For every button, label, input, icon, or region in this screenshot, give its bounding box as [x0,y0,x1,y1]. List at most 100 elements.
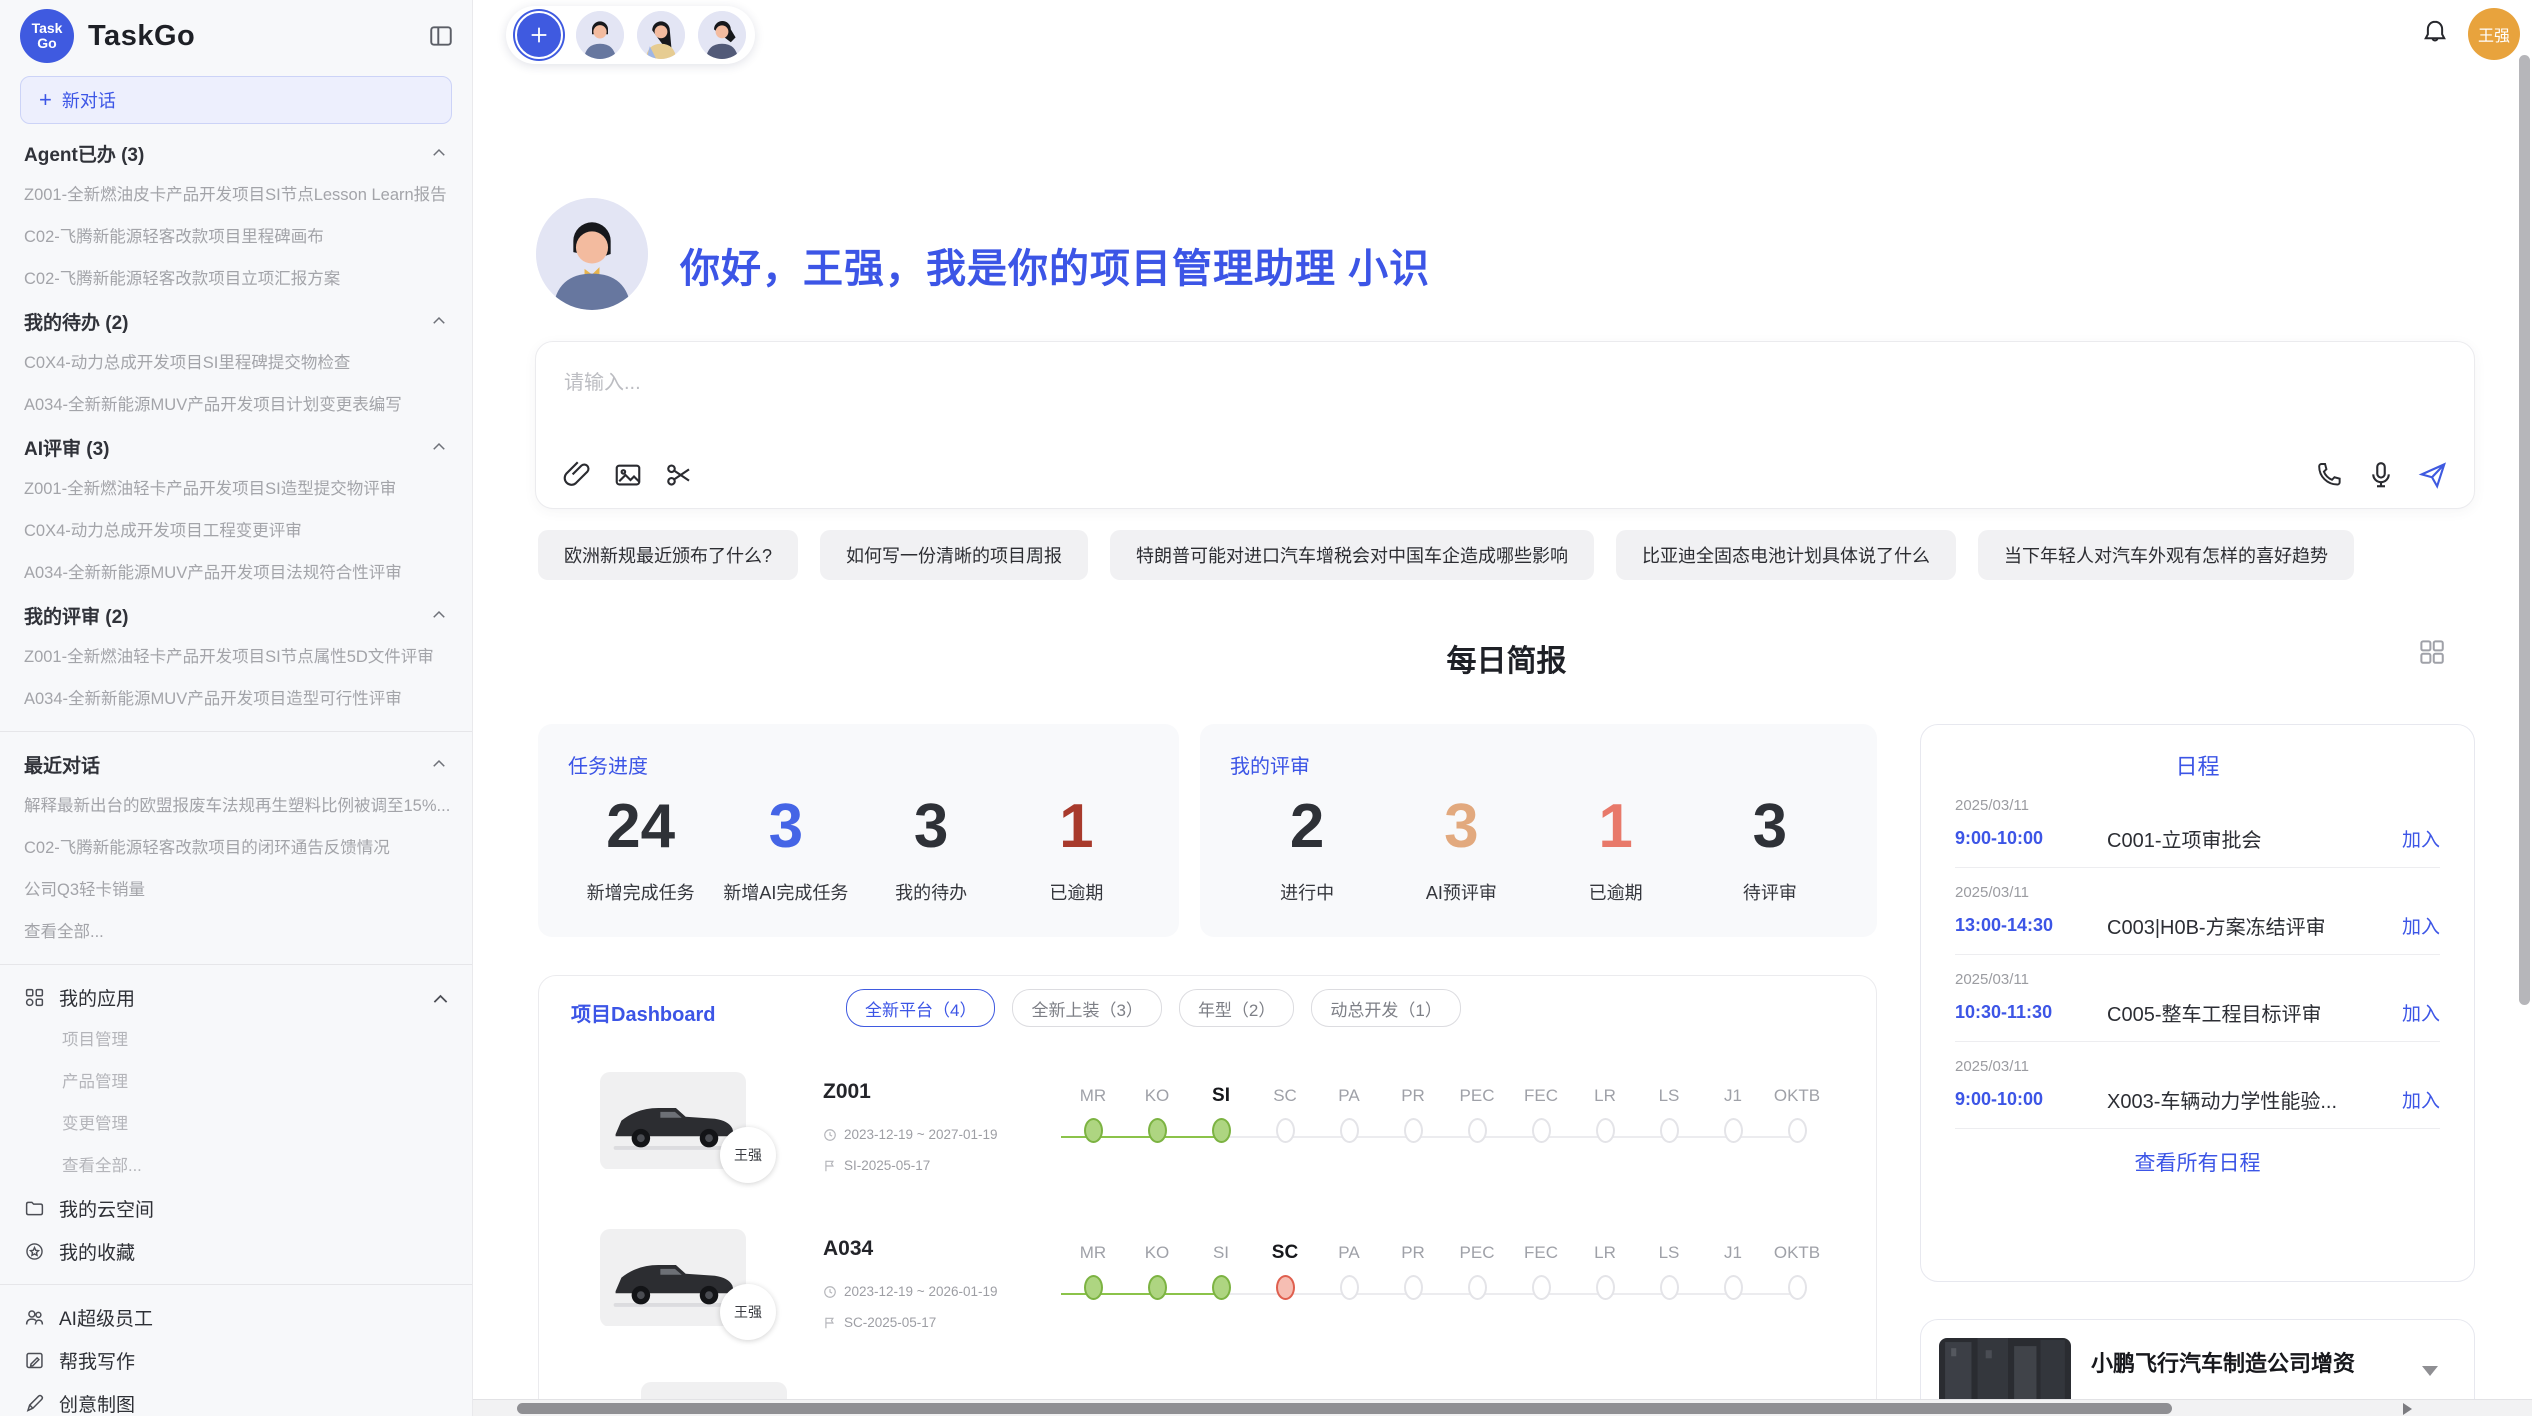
section-agent-done[interactable]: Agent已办 (3) [0,132,472,174]
milestone-label: KO [1125,1087,1189,1104]
sidebar-item-creative-draw[interactable]: 创意制图 [0,1382,472,1416]
plus-icon [528,24,550,46]
section-my-todo[interactable]: 我的待办 (2) [0,300,472,342]
layout-grid-icon[interactable] [2418,638,2445,665]
stat-label: 我的待办 [859,879,1004,905]
chevron-up-icon[interactable] [430,312,448,330]
join-link[interactable]: 加入 [2402,825,2440,852]
list-item[interactable]: Z001-全新燃油轻卡产品开发项目SI造型提交物评审 [0,468,472,510]
stat-value: 2 [1230,789,1384,865]
suggestion-chip[interactable]: 比亚迪全固态电池计划具体说了什么 [1616,530,1956,580]
tab-new-platform[interactable]: 全新平台（4） [846,989,995,1027]
chevron-up-icon[interactable] [430,989,448,1007]
app-item-product[interactable]: 产品管理 [0,1061,472,1103]
view-all-chats[interactable]: 查看全部... [0,911,472,953]
sidebar-item-help-write[interactable]: 帮我写作 [0,1339,472,1382]
schedule-name: X003-车辆动力学性能验... [2107,1085,2402,1114]
suggestion-chip[interactable]: 欧洲新规最近颁布了什么? [538,530,798,580]
schedule-item[interactable]: 2025/03/11 10:30-11:30 C005-整车工程目标评审 加入 [1955,955,2440,1042]
schedule-item[interactable]: 2025/03/11 9:00-10:00 X003-车辆动力学性能验... 加… [1955,1042,2440,1129]
milestone-label: SI [1189,1244,1253,1261]
chevron-up-icon[interactable] [430,606,448,624]
new-chat-button[interactable]: + 新对话 [20,76,452,124]
milestone-dot [1788,1118,1807,1143]
avatar-agent-3[interactable] [698,11,746,59]
milestone-label: MR [1061,1087,1125,1104]
chevron-up-icon[interactable] [430,144,448,162]
avatar-agent-1[interactable] [576,11,624,59]
app-item-change[interactable]: 变更管理 [0,1103,472,1145]
horizontal-scrollbar-track [473,1399,2532,1416]
scroll-right-arrow-icon[interactable] [2403,1403,2412,1415]
list-item[interactable]: Z001-全新燃油轻卡产品开发项目SI节点属性5D文件评审 [0,636,472,678]
project-owner-badge: 王强 [720,1127,776,1183]
microphone-icon[interactable] [2366,460,2396,490]
list-item[interactable]: C02-飞腾新能源轻客改款项目的闭环通告反馈情况 [0,827,472,869]
vertical-scrollbar[interactable] [2519,55,2530,1005]
tab-powertrain[interactable]: 动总开发（1） [1311,989,1460,1027]
suggestion-chip[interactable]: 当下年轻人对汽车外观有怎样的喜好趋势 [1978,530,2354,580]
milestone-dot [1788,1275,1807,1300]
view-all-schedule-link[interactable]: 查看所有日程 [1955,1147,2440,1177]
scroll-down-arrow-icon[interactable] [2422,1366,2438,1376]
user-avatar[interactable]: 王强 [2468,8,2520,60]
suggestion-chip[interactable]: 如何写一份清晰的项目周报 [820,530,1088,580]
list-item[interactable]: 解释最新出台的欧盟报废车法规再生塑料比例被调至15%... [0,785,472,827]
tab-model-year[interactable]: 年型（2） [1179,989,1294,1027]
scissors-icon[interactable] [664,460,694,490]
sidebar-item-cloud-space[interactable]: 我的云空间 [0,1187,472,1230]
milestone-dot-overdue [1276,1275,1295,1300]
notification-bell-icon[interactable] [2420,18,2450,50]
join-link[interactable]: 加入 [2402,912,2440,939]
milestone-dot [1724,1275,1743,1300]
chevron-up-icon[interactable] [430,755,448,773]
user-name: 王强 [2478,22,2510,46]
divider [0,964,472,965]
chevron-up-icon[interactable] [430,438,448,456]
list-item[interactable]: A034-全新新能源MUV产品开发项目计划变更表编写 [0,384,472,426]
section-my-review[interactable]: 我的评审 (2) [0,594,472,636]
schedule-item[interactable]: 2025/03/11 9:00-10:00 C001-立项审批会 加入 [1955,781,2440,868]
view-all-apps[interactable]: 查看全部... [0,1145,472,1187]
send-icon[interactable] [2418,460,2448,490]
horizontal-scrollbar[interactable] [517,1403,2172,1414]
list-item[interactable]: A034-全新新能源MUV产品开发项目法规符合性评审 [0,552,472,594]
sidebar: Task Go TaskGo + 新对话 Agent已办 (3) Z001-全新… [0,0,473,1416]
suggestion-chip[interactable]: 特朗普可能对进口汽车增税会对中国车企造成哪些影响 [1110,530,1594,580]
milestone-dot [1340,1118,1359,1143]
message-input[interactable] [562,362,2448,404]
join-link[interactable]: 加入 [2402,999,2440,1026]
list-item[interactable]: C02-飞腾新能源轻客改款项目立项汇报方案 [0,258,472,300]
taskgo-app: Task Go TaskGo + 新对话 Agent已办 (3) Z001-全新… [0,0,2532,1416]
tab-new-body[interactable]: 全新上装（3） [1012,989,1161,1027]
project-name: Z001 [823,1080,871,1104]
phone-icon[interactable] [2314,460,2344,490]
schedule-item[interactable]: 2025/03/11 13:00-14:30 C003|H0B-方案冻结评审 加… [1955,868,2440,955]
join-link[interactable]: 加入 [2402,1086,2440,1113]
sidebar-item-my-apps[interactable]: 我的应用 [0,976,472,1019]
clock-icon [823,1285,837,1299]
section-ai-review[interactable]: AI评审 (3) [0,426,472,468]
list-item[interactable]: C02-飞腾新能源轻客改款项目里程碑画布 [0,216,472,258]
list-item[interactable]: C0X4-动力总成开发项目SI里程碑提交物检查 [0,342,472,384]
collapse-sidebar-icon[interactable] [428,23,454,49]
list-item[interactable]: A034-全新新能源MUV产品开发项目造型可行性评审 [0,678,472,720]
avatar-agent-2[interactable] [637,11,685,59]
clock-icon [823,1128,837,1142]
milestone-label: LS [1637,1244,1701,1261]
paperclip-icon[interactable] [562,460,592,490]
milestone-label: PR [1381,1244,1445,1261]
list-item[interactable]: C0X4-动力总成开发项目工程变更评审 [0,510,472,552]
schedule-time: 13:00-14:30 [1955,915,2107,936]
add-agent-button[interactable] [515,11,563,59]
sidebar-item-ai-staff[interactable]: AI超级员工 [0,1296,472,1339]
list-item[interactable]: Z001-全新燃油皮卡产品开发项目SI节点Lesson Learn报告 [0,174,472,216]
list-item[interactable]: 公司Q3轻卡销量 [0,869,472,911]
image-icon[interactable] [613,460,643,490]
project-row-a034[interactable]: 王强 A034 2023-12-19 ~ 2026-01-19 SC-2025-… [539,1229,1876,1349]
project-row-z001[interactable]: 王强 Z001 2023-12-19 ~ 2027-01-19 SI-2025-… [539,1072,1876,1192]
app-item-project[interactable]: 项目管理 [0,1019,472,1061]
section-recent-chats[interactable]: 最近对话 [0,743,472,785]
sidebar-item-favorites[interactable]: 我的收藏 [0,1230,472,1273]
schedule-date: 2025/03/11 [1955,1058,2440,1075]
